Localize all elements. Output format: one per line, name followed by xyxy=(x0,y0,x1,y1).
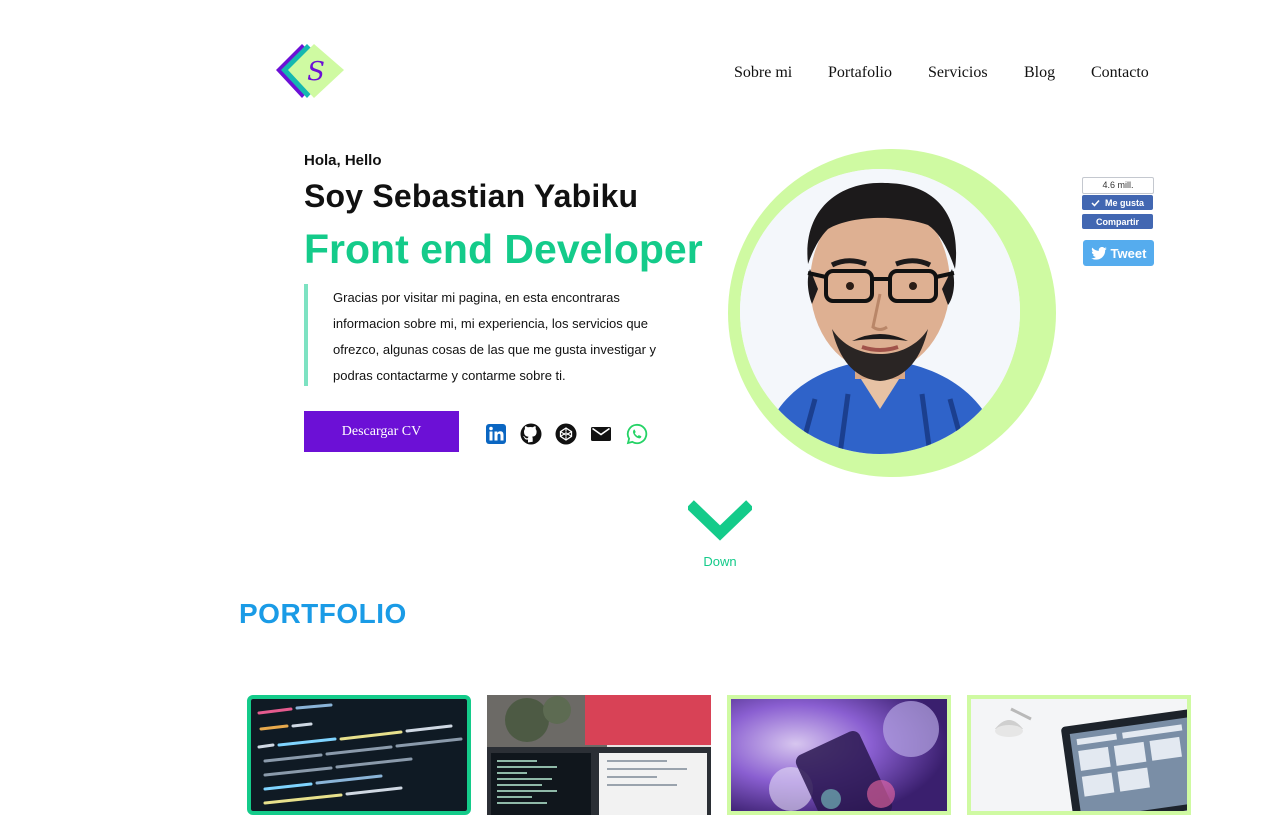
hero-role: Front end Developer xyxy=(304,226,703,272)
nav-portafolio[interactable]: Portafolio xyxy=(828,64,892,82)
nav-servicios[interactable]: Servicios xyxy=(928,64,988,82)
nav-contacto[interactable]: Contacto xyxy=(1091,64,1149,82)
tweet-label: Tweet xyxy=(1110,245,1147,261)
nav-blog[interactable]: Blog xyxy=(1024,64,1055,82)
download-cv-button[interactable]: Descargar CV xyxy=(304,411,459,452)
scroll-down-label: Down xyxy=(703,554,737,569)
portfolio-card[interactable] xyxy=(727,695,951,815)
scroll-down-button[interactable]: Down xyxy=(686,500,754,570)
workspace-monitors-image xyxy=(487,695,711,815)
avatar xyxy=(740,169,1020,454)
check-icon xyxy=(1091,199,1100,207)
chevron-down-icon xyxy=(686,500,754,541)
bio-line: podras contactarme y contarme sobre ti. xyxy=(333,368,566,383)
hero-greeting: Hola, Hello xyxy=(304,152,382,169)
bio-line: Gracias por visitar mi pagina, en esta e… xyxy=(333,290,620,305)
like-label: Me gusta xyxy=(1104,197,1144,208)
profile-photo xyxy=(728,149,1056,477)
portfolio-card[interactable] xyxy=(487,695,711,815)
github-icon[interactable] xyxy=(520,423,542,445)
desk-lamp-monitor-image xyxy=(971,699,1187,811)
share-button[interactable]: Compartir xyxy=(1082,214,1153,229)
bio-line: ofrezco, algunas cosas de las que me gus… xyxy=(333,342,657,357)
bio-line: informacion sobre mi, mi experiencia, lo… xyxy=(333,316,649,331)
whatsapp-icon[interactable] xyxy=(626,423,648,445)
portfolio-card[interactable] xyxy=(247,695,471,815)
like-count: 4.6 mill. xyxy=(1082,177,1154,194)
email-icon[interactable] xyxy=(590,423,612,445)
portfolio-title: PORTFOLIO xyxy=(239,598,407,629)
linkedin-icon[interactable] xyxy=(485,423,507,445)
codepen-icon[interactable] xyxy=(555,423,577,445)
portfolio-card[interactable] xyxy=(967,695,1191,815)
hero-name: Soy Sebastian Yabiku xyxy=(304,178,639,214)
hero-bio: Gracias por visitar mi pagina, en esta e… xyxy=(304,284,684,386)
blurred-phone-image xyxy=(731,699,947,811)
like-button[interactable]: Me gusta xyxy=(1082,195,1153,210)
tweet-button[interactable]: Tweet xyxy=(1083,240,1154,266)
main-nav: Sobre mi Portafolio Servicios Blog Conta… xyxy=(0,64,1280,86)
twitter-bird-icon xyxy=(1090,246,1107,260)
nav-sobre-mi[interactable]: Sobre mi xyxy=(734,64,792,82)
code-screen-image xyxy=(251,699,467,811)
